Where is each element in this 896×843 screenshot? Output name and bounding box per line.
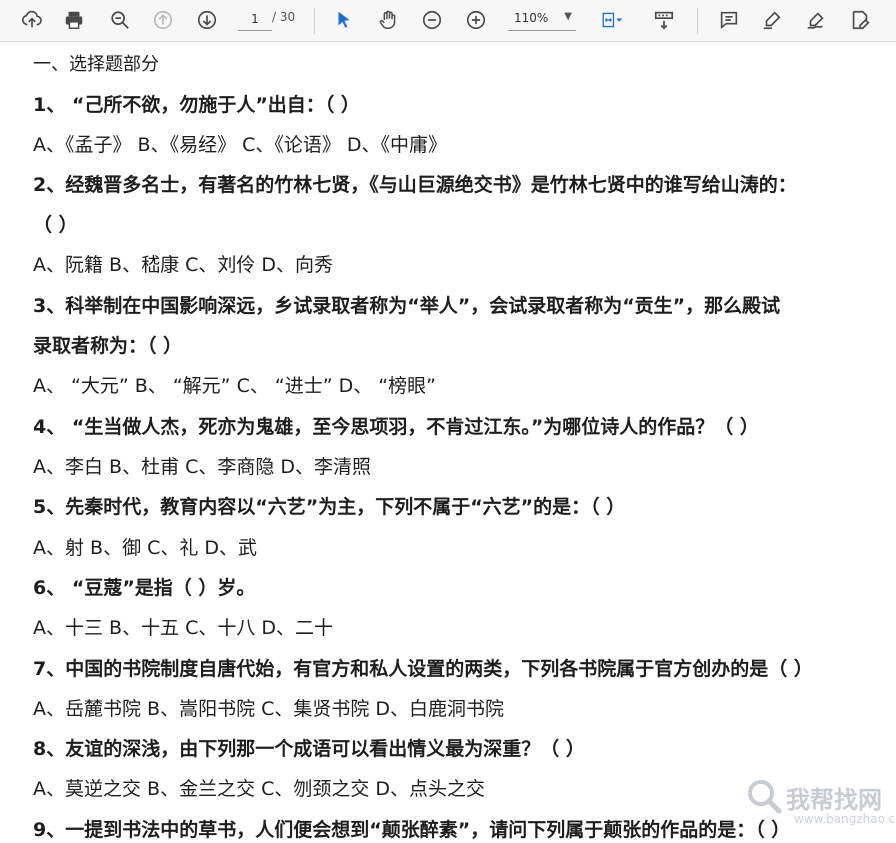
options-6: A、十三 B、十五 C、十八 D、二十 — [33, 617, 334, 639]
options-3: A、 “大元” B、 “解元” C、 “进士” D、 “榜眼” — [33, 375, 436, 397]
question-3: 3、科举制在中国影响深远，乡试录取者称为“举人”，会试录取者称为“贡生”，那么殿… — [33, 295, 781, 317]
options-2: A、阮籍 B、嵇康 C、刘伶 D、向秀 — [33, 254, 334, 276]
toolbar-divider — [314, 8, 315, 34]
question-2: 2、经魏晋多名士，有著名的竹林七贤，《与山巨源绝交书》是竹林七贤中的谁写给山涛的… — [33, 174, 797, 196]
hand-icon[interactable] — [372, 5, 404, 35]
options-7: A、岳麓书院 B、嵩阳书院 C、集贤书院 D、白鹿洞书院 — [33, 698, 505, 720]
watermark-text: 我帮找网 — [786, 786, 882, 814]
scroll-mode-icon[interactable] — [648, 5, 680, 35]
page-up-icon[interactable] — [147, 5, 179, 35]
question-3-cont: 录取者称为：（ ） — [33, 335, 183, 357]
print-icon[interactable] — [58, 5, 90, 35]
comment-icon[interactable] — [713, 5, 745, 35]
question-5: 5、先秦时代，教育内容以“六艺”为主，下列不属于“六艺”的是：（ ） — [33, 496, 626, 518]
select-cursor-icon[interactable] — [328, 5, 360, 35]
options-5: A、射 B、御 C、礼 D、武 — [33, 537, 258, 559]
toolbar-divider — [697, 8, 698, 34]
options-4: A、李白 B、杜甫 C、李商隐 D、李清照 — [33, 456, 372, 478]
question-9: 9、一提到书法中的草书，人们便会想到“颠张醉素”，请问下列属于颠张的作品的是：（… — [33, 819, 791, 841]
question-6: 6、 “豆蔻”是指（ ）岁。 — [33, 577, 256, 599]
sign-icon[interactable] — [800, 5, 832, 35]
zoom-search-icon[interactable] — [104, 5, 136, 35]
zoom-out-icon[interactable] — [416, 5, 448, 35]
zoom-in-icon[interactable] — [460, 5, 492, 35]
question-1: 1、 “己所不欲，勿施于人”出自：（ ） — [33, 94, 360, 116]
question-4: 4、 “生当做人杰，死亦为鬼雄，至今思项羽，不肯过江东。”为哪位诗人的作品？（ … — [33, 416, 759, 438]
question-7: 7、中国的书院制度自唐代始，有官方和私人设置的两类，下列各书院属于官方创办的是（… — [33, 658, 813, 680]
page-down-icon[interactable] — [191, 5, 223, 35]
upload-icon[interactable] — [16, 5, 48, 35]
zoom-select[interactable]: 110% ▼ — [508, 8, 576, 31]
zoom-value: 110% — [514, 11, 549, 25]
pdf-toolbar: / 30 110% ▼ — [0, 0, 896, 42]
fit-page-icon[interactable] — [592, 5, 632, 35]
options-1: A、《孟子》 B、《易经》 C、《论语》 D、《中庸》 — [33, 134, 448, 156]
question-2-blank: （ ） — [33, 214, 78, 236]
edit-icon[interactable] — [844, 5, 876, 35]
question-8: 8、友谊的深浅，由下列那一个成语可以看出情义最为深重？（ ） — [33, 738, 585, 760]
chevron-down-icon: ▼ — [564, 11, 572, 22]
highlight-icon[interactable] — [756, 5, 788, 35]
magnifier-icon — [748, 780, 782, 814]
options-8: A、莫逆之交 B、金兰之交 C、刎颈之交 D、点头之交 — [33, 778, 486, 800]
page-number-input[interactable] — [238, 8, 272, 31]
site-watermark: 我帮找网 www.bangzhao.com — [744, 776, 896, 836]
section-heading: 一、选择题部分 — [33, 54, 159, 75]
page-total: / 30 — [272, 10, 296, 24]
watermark-url: www.bangzhao.com — [794, 812, 896, 826]
